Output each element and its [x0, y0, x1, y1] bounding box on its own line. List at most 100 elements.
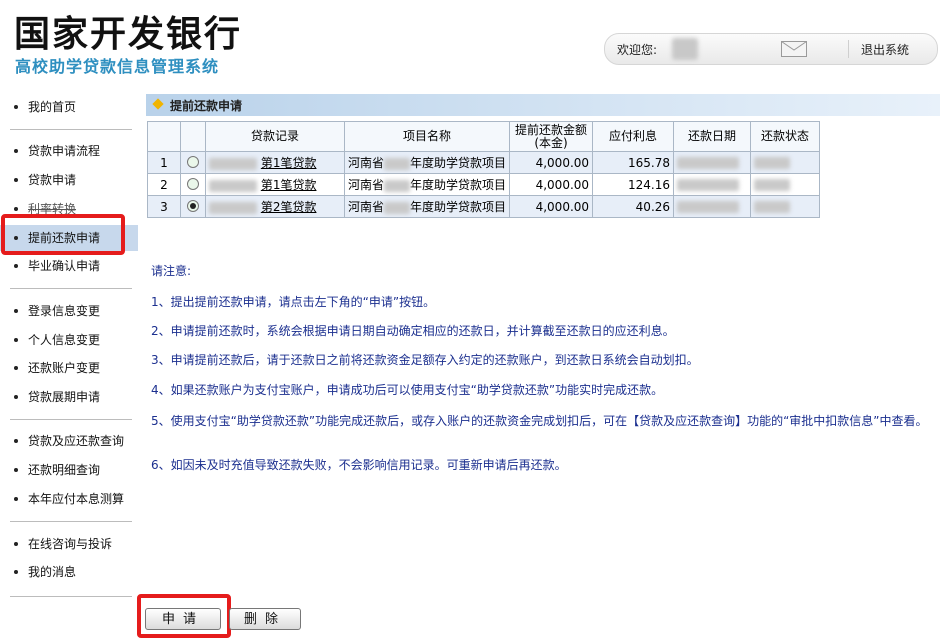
blurred-text: [677, 157, 740, 169]
row-index: 1: [147, 151, 181, 174]
sidebar-item-consult[interactable]: 在线咨询与投诉: [0, 531, 138, 557]
row-index: 2: [147, 173, 181, 196]
bullet-icon: [14, 105, 18, 109]
note-item: 1、提出提前还款申请，请点击左下角的“申请”按钮。: [151, 295, 436, 309]
note-item: 5、使用支付宝“助学贷款还款”功能完成还款后，或存入账户的还款资金完成划扣后，可…: [151, 414, 928, 428]
bullet-icon: [14, 542, 18, 546]
section-title: 提前还款申请: [170, 99, 243, 113]
sidebar-divider: [10, 129, 132, 130]
note-item: 2、申请提前还款时，系统会根据申请日期自动确定相应的还款日，并计算截至还款日的应…: [151, 324, 675, 338]
project-cell: 河南省 年度助学贷款项目: [343, 151, 511, 174]
table-row[interactable]: 2 第1笔贷款 河南省 年度助学贷款项目 4,000.00 124.16: [147, 173, 821, 196]
bullet-icon: [14, 570, 18, 574]
project-cell: 河南省 年度助学贷款项目: [343, 195, 511, 218]
logout-link[interactable]: 退出系统: [861, 41, 909, 58]
sidebar-divider: [10, 288, 132, 289]
diamond-icon: [152, 98, 164, 110]
row-index: 3: [147, 195, 181, 218]
sidebar-divider: [10, 596, 132, 597]
bullet-icon: [14, 439, 18, 443]
loan-record-link[interactable]: 第1笔贷款: [261, 156, 317, 170]
bullet-icon: [14, 264, 18, 268]
bullet-icon: [14, 207, 18, 211]
status-cell: [750, 173, 821, 196]
apply-button[interactable]: 申请: [145, 608, 221, 630]
bank-logo-title: 国家开发银行: [14, 14, 243, 55]
row-radio[interactable]: [187, 178, 199, 190]
amount-cell: 4,000.00: [509, 195, 594, 218]
interest-cell: 40.26: [592, 195, 675, 218]
column-header-interest: 应付利息: [592, 121, 675, 152]
date-cell: [673, 151, 752, 174]
column-header-project: 项目名称: [343, 121, 511, 152]
column-header-amount: 提前还款金额(本金): [509, 121, 594, 152]
bullet-icon: [14, 497, 18, 501]
bullet-icon: [14, 309, 18, 313]
sidebar-divider: [10, 521, 132, 522]
welcome-text: 欢迎您:: [617, 43, 658, 57]
blurred-username: [672, 38, 698, 60]
blurred-text: [677, 201, 740, 213]
sidebar-item-messages[interactable]: 我的消息: [0, 559, 138, 585]
sidebar-item-loan-apply[interactable]: 贷款申请: [0, 167, 138, 193]
blurred-text: [209, 201, 257, 214]
bullet-icon: [14, 149, 18, 153]
table-row[interactable]: 3 第2笔贷款 河南省 年度助学贷款项目 4,000.00 40.26: [147, 195, 821, 218]
blurred-text: [209, 179, 257, 192]
sidebar-item-repay-detail[interactable]: 还款明细查询: [0, 457, 138, 483]
delete-button[interactable]: 删除: [229, 608, 301, 630]
sidebar-item-login-info[interactable]: 登录信息变更: [0, 298, 138, 324]
bullet-icon: [14, 395, 18, 399]
sidebar-item-loan-process[interactable]: 贷款申请流程: [0, 138, 138, 164]
column-header-loan: 贷款记录: [205, 121, 345, 152]
interest-cell: 124.16: [592, 173, 675, 196]
sidebar-item-interest-calc[interactable]: 本年应付本息测算: [0, 486, 138, 512]
sidebar-item-personal-info[interactable]: 个人信息变更: [0, 327, 138, 353]
sidebar-divider: [10, 419, 132, 420]
note-item: 6、如因未及时充值导致还款失败，不会影响信用记录。可重新申请后再还款。: [151, 458, 567, 472]
date-cell: [673, 195, 752, 218]
loan-table: 贷款记录 项目名称 提前还款金额(本金) 应付利息 还款日期 还款状态 1 第1…: [147, 121, 821, 218]
envelope-icon[interactable]: [781, 41, 807, 57]
sidebar-item-graduation-confirm[interactable]: 毕业确认申请: [0, 253, 138, 279]
sidebar-item-repay-account[interactable]: 还款账户变更: [0, 355, 138, 381]
section-header: 提前还款申请: [146, 94, 940, 116]
row-radio-selected[interactable]: [187, 200, 199, 212]
sidebar-item-loan-query[interactable]: 贷款及应还款查询: [0, 428, 138, 454]
note-item: 3、申请提前还款后，请于还款日之前将还款资金足额存入约定的还款账户，到还款日系统…: [151, 353, 699, 367]
loan-record-cell: 第1笔贷款: [205, 151, 345, 174]
project-cell: 河南省 年度助学贷款项目: [343, 173, 511, 196]
interest-cell: 165.78: [592, 151, 675, 174]
table-row[interactable]: 1 第1笔贷款 河南省 年度助学贷款项目 4,000.00 165.78: [147, 151, 821, 174]
userbar-divider: [848, 40, 849, 58]
bullet-icon: [14, 178, 18, 182]
amount-cell: 4,000.00: [509, 173, 594, 196]
blurred-text: [754, 157, 791, 169]
status-cell: [750, 195, 821, 218]
loan-record-cell: 第2笔贷款: [205, 195, 345, 218]
column-header-status: 还款状态: [750, 121, 821, 152]
status-cell: [750, 151, 821, 174]
column-header-index: [147, 121, 181, 152]
notes-heading: 请注意:: [151, 264, 192, 278]
blurred-text: [384, 201, 411, 214]
user-bar: 欢迎您: 退出系统: [604, 33, 938, 65]
sidebar-item-home[interactable]: 我的首页: [0, 94, 138, 120]
row-radio[interactable]: [187, 156, 199, 168]
loan-record-link[interactable]: 第2笔贷款: [261, 200, 317, 214]
blurred-text: [384, 157, 411, 170]
loan-record-link[interactable]: 第1笔贷款: [261, 178, 317, 192]
system-subtitle: 高校助学贷款信息管理系统: [15, 57, 220, 76]
bullet-icon: [14, 366, 18, 370]
column-header-date: 还款日期: [673, 121, 752, 152]
table-header-row: 贷款记录 项目名称 提前还款金额(本金) 应付利息 还款日期 还款状态: [147, 121, 821, 152]
bullet-icon: [14, 468, 18, 472]
amount-cell: 4,000.00: [509, 151, 594, 174]
sidebar-item-loan-extension[interactable]: 贷款展期申请: [0, 384, 138, 410]
note-item: 4、如果还款账户为支付宝账户，申请成功后可以使用支付宝“助学贷款还款”功能实时完…: [151, 383, 664, 397]
blurred-text: [754, 201, 791, 213]
highlight-box-sidebar: [1, 214, 125, 255]
column-header-select: [180, 121, 206, 152]
loan-record-cell: 第1笔贷款: [205, 173, 345, 196]
blurred-text: [754, 179, 791, 191]
